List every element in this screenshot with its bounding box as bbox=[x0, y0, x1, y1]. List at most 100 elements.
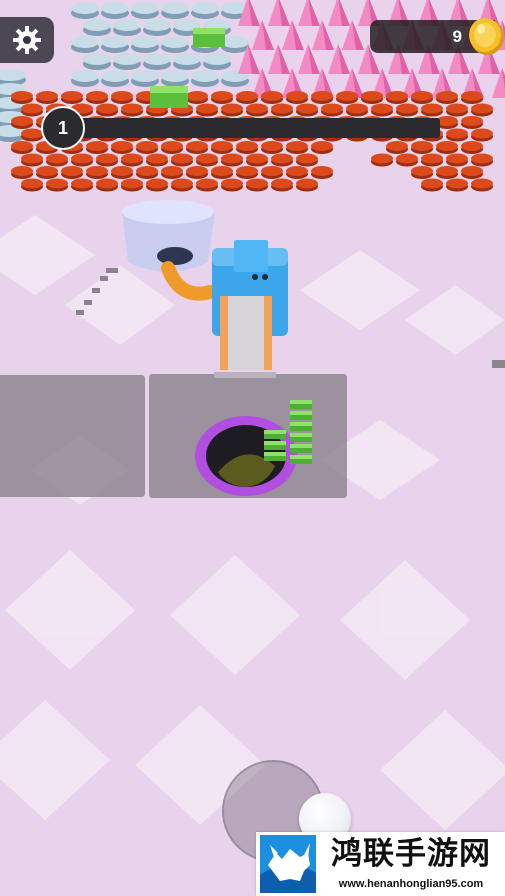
blue-disc bbox=[113, 53, 141, 65]
orange-disc bbox=[186, 166, 208, 176]
blue-disc bbox=[113, 19, 141, 31]
orange-disc bbox=[371, 103, 393, 114]
orange-disc bbox=[471, 103, 493, 114]
orange-disc bbox=[11, 166, 33, 176]
orange-disc bbox=[121, 103, 143, 114]
orange-disc bbox=[46, 178, 68, 189]
cash-bundle bbox=[290, 444, 312, 448]
orange-disc bbox=[386, 91, 408, 101]
orange-disc bbox=[96, 103, 118, 114]
gear-icon bbox=[13, 26, 41, 54]
orange-disc bbox=[96, 153, 118, 164]
level-progress-bar bbox=[60, 118, 440, 138]
cash-bundle bbox=[290, 400, 312, 404]
orange-disc bbox=[246, 103, 268, 114]
blue-disc bbox=[161, 2, 189, 14]
orange-disc bbox=[461, 141, 483, 151]
orange-disc bbox=[71, 178, 93, 189]
orange-disc bbox=[221, 178, 243, 189]
cash-bundle bbox=[290, 422, 312, 426]
orange-disc bbox=[11, 141, 33, 151]
blue-disc bbox=[83, 53, 111, 65]
orange-disc bbox=[86, 141, 108, 151]
orange-disc bbox=[211, 91, 233, 101]
blue-disc bbox=[83, 19, 111, 31]
orange-disc bbox=[346, 103, 368, 114]
blue-disc bbox=[203, 53, 231, 65]
gold-coin-icon bbox=[469, 18, 504, 55]
orange-disc bbox=[436, 166, 458, 176]
orange-disc bbox=[271, 153, 293, 164]
orange-disc bbox=[446, 128, 468, 139]
blue-disc bbox=[101, 2, 129, 14]
cash-bundle bbox=[290, 433, 312, 437]
game-viewport[interactable]: 9 1 鸿联手游网 www.henanhonglian95.com bbox=[0, 0, 505, 896]
orange-disc bbox=[386, 141, 408, 151]
orange-disc bbox=[121, 153, 143, 164]
orange-disc bbox=[136, 166, 158, 176]
orange-disc bbox=[296, 103, 318, 114]
orange-disc bbox=[411, 141, 433, 151]
orange-disc bbox=[196, 153, 218, 164]
orange-disc bbox=[271, 178, 293, 189]
orange-disc bbox=[36, 91, 58, 101]
orange-disc bbox=[11, 116, 33, 126]
blue-disc bbox=[143, 19, 171, 31]
settings-button[interactable] bbox=[0, 17, 54, 63]
orange-disc bbox=[461, 116, 483, 126]
blue-disc bbox=[143, 53, 171, 65]
watermark-url: www.henanhonglian95.com bbox=[338, 878, 484, 890]
orange-disc bbox=[446, 178, 468, 189]
orange-disc bbox=[196, 178, 218, 189]
orange-disc bbox=[11, 91, 33, 101]
blue-disc bbox=[131, 2, 159, 14]
blue-disc bbox=[161, 36, 189, 48]
orange-disc bbox=[261, 141, 283, 151]
crusher-machine bbox=[212, 240, 288, 378]
orange-disc bbox=[146, 153, 168, 164]
orange-disc bbox=[246, 153, 268, 164]
orange-disc bbox=[36, 166, 58, 176]
blue-disc bbox=[221, 36, 249, 48]
orange-disc bbox=[96, 178, 118, 189]
orange-disc bbox=[111, 166, 133, 176]
orange-disc bbox=[296, 153, 318, 164]
orange-disc bbox=[221, 153, 243, 164]
orange-disc bbox=[296, 178, 318, 189]
orange-disc bbox=[21, 178, 43, 189]
orange-disc bbox=[186, 91, 208, 101]
orange-disc bbox=[146, 178, 168, 189]
orange-disc bbox=[436, 141, 458, 151]
orange-disc bbox=[196, 103, 218, 114]
orange-disc bbox=[271, 103, 293, 114]
orange-disc bbox=[246, 178, 268, 189]
blue-disc bbox=[191, 2, 219, 14]
cash-bundle bbox=[264, 441, 286, 445]
orange-disc bbox=[211, 166, 233, 176]
site-watermark: 鸿联手游网 www.henanhonglian95.com bbox=[256, 832, 505, 896]
orange-disc bbox=[446, 153, 468, 164]
orange-disc bbox=[21, 103, 43, 114]
orange-disc bbox=[286, 166, 308, 176]
orange-disc bbox=[311, 166, 333, 176]
orange-disc bbox=[471, 128, 493, 139]
orange-disc bbox=[411, 166, 433, 176]
blue-disc bbox=[173, 53, 201, 65]
blue-disc bbox=[71, 36, 99, 48]
orange-disc bbox=[86, 166, 108, 176]
orange-disc bbox=[421, 153, 443, 164]
orange-disc bbox=[211, 141, 233, 151]
orange-disc bbox=[286, 141, 308, 151]
orange-disc bbox=[336, 91, 358, 101]
orange-disc bbox=[236, 91, 258, 101]
orange-disc bbox=[311, 91, 333, 101]
watermark-title: 鸿联手游网 bbox=[331, 836, 491, 872]
orange-disc bbox=[161, 141, 183, 151]
orange-disc bbox=[411, 91, 433, 101]
orange-disc bbox=[21, 153, 43, 164]
orange-disc bbox=[361, 91, 383, 101]
cash-bundle bbox=[264, 452, 286, 456]
orange-disc bbox=[136, 141, 158, 151]
orange-disc bbox=[471, 178, 493, 189]
orange-disc bbox=[436, 91, 458, 101]
